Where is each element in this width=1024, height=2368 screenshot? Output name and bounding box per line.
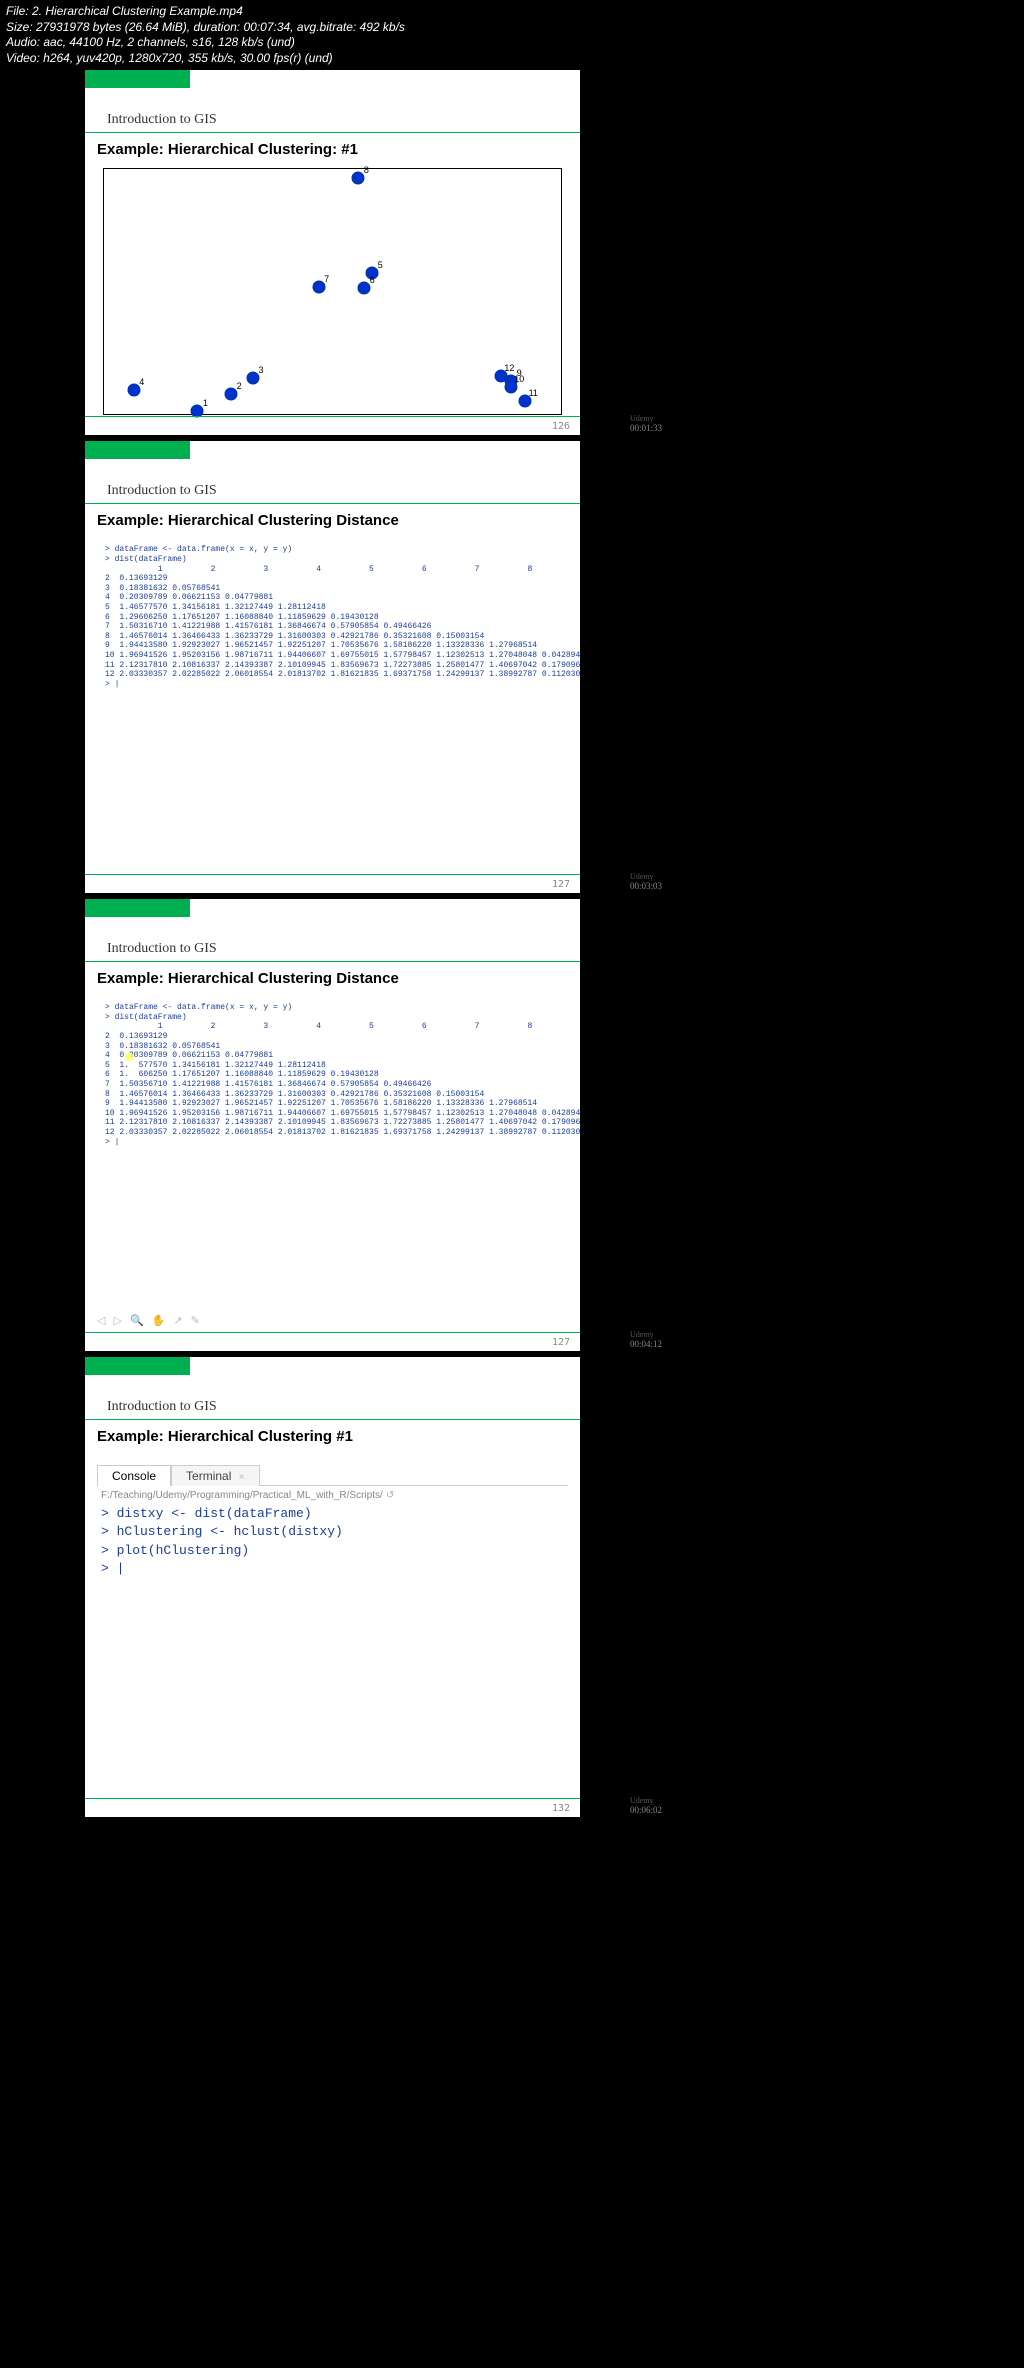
slide-title: Example: Hierarchical Clustering: #1	[85, 133, 580, 168]
slide-title: Example: Hierarchical Clustering Distanc…	[85, 504, 580, 539]
file-info-size: Size: 27931978 bytes (26.64 MiB), durati…	[6, 20, 1018, 36]
slide-title: Example: Hierarchical Clustering Distanc…	[85, 962, 580, 997]
working-directory: F:/Teaching/Udemy/Programming/Practical_…	[85, 1486, 580, 1503]
accent-bar	[85, 1357, 190, 1375]
timestamp: Udemy 00:04:12	[580, 1329, 662, 1351]
page-number: 127	[552, 879, 570, 890]
console-tab-strip: Console Terminal ×	[97, 1463, 568, 1486]
refresh-icon[interactable]: ↻	[386, 1490, 394, 1501]
data-point-label: 10	[514, 374, 524, 384]
page-number: 127	[552, 1337, 570, 1348]
pdf-toolbar: ◁ ▷ 🔍 ✋ ↗ ✎	[91, 1312, 206, 1329]
slide-4: Introduction to GIS Example: Hierarchica…	[85, 1357, 580, 1817]
close-icon[interactable]: ×	[239, 1472, 245, 1483]
data-point-label: 8	[364, 165, 369, 175]
data-point-label: 4	[139, 377, 144, 387]
accent-bar	[85, 70, 190, 88]
page-number: 132	[552, 1803, 570, 1814]
slide-header: Introduction to GIS	[85, 459, 580, 504]
r-distance-output: > dataFrame <- data.frame(x = x, y = y) …	[85, 997, 580, 1151]
page-number: 126	[552, 421, 570, 432]
share-icon[interactable]: ↗	[173, 1314, 182, 1327]
file-info-video: Video: h264, yuv420p, 1280x720, 355 kb/s…	[6, 51, 1018, 67]
data-point-label: 11	[529, 388, 538, 398]
contact-sheet: Introduction to GIS Example: Hierarchica…	[0, 70, 1024, 1853]
timestamp: Udemy 00:06:02	[580, 1795, 662, 1817]
accent-bar	[85, 899, 190, 917]
next-page-icon[interactable]: ▷	[113, 1314, 121, 1327]
slide-header: Introduction to GIS	[85, 1375, 580, 1420]
slide-3: Introduction to GIS Example: Hierarchica…	[85, 899, 580, 1351]
data-point-label: 2	[237, 381, 242, 391]
tab-console[interactable]: Console	[97, 1465, 171, 1486]
slide-header: Introduction to GIS	[85, 917, 580, 962]
file-info-file: File: 2. Hierarchical Clustering Example…	[6, 4, 1018, 20]
prev-page-icon[interactable]: ◁	[97, 1314, 105, 1327]
zoom-icon[interactable]: 🔍	[130, 1314, 144, 1327]
data-point-label: 1	[203, 398, 208, 408]
tab-terminal[interactable]: Terminal ×	[171, 1465, 260, 1486]
scatter-plot: 123456789101112	[103, 168, 562, 415]
data-point-label: 3	[259, 365, 264, 375]
data-point-label: 12	[504, 363, 514, 373]
pen-icon[interactable]: ✎	[191, 1314, 200, 1327]
data-point-label: 5	[378, 260, 383, 270]
slide-2: Introduction to GIS Example: Hierarchica…	[85, 441, 580, 893]
slide-1: Introduction to GIS Example: Hierarchica…	[85, 70, 580, 435]
slide-header: Introduction to GIS	[85, 88, 580, 133]
slide-title: Example: Hierarchical Clustering #1	[85, 1420, 580, 1455]
cursor-highlight-icon	[124, 1052, 135, 1063]
data-point-label: 6	[370, 275, 375, 285]
hand-icon[interactable]: ✋	[152, 1314, 166, 1327]
data-point-label: 7	[324, 274, 329, 284]
file-info-block: File: 2. Hierarchical Clustering Example…	[0, 0, 1024, 70]
timestamp: Udemy 00:01:33	[580, 413, 662, 435]
accent-bar	[85, 441, 190, 459]
timestamp: Udemy 00:03:03	[580, 871, 662, 893]
r-console-code[interactable]: > distxy <- dist(dataFrame) > hClusterin…	[85, 1503, 580, 1582]
file-info-audio: Audio: aac, 44100 Hz, 2 channels, s16, 1…	[6, 35, 1018, 51]
r-distance-output: > dataFrame <- data.frame(x = x, y = y) …	[85, 539, 580, 693]
